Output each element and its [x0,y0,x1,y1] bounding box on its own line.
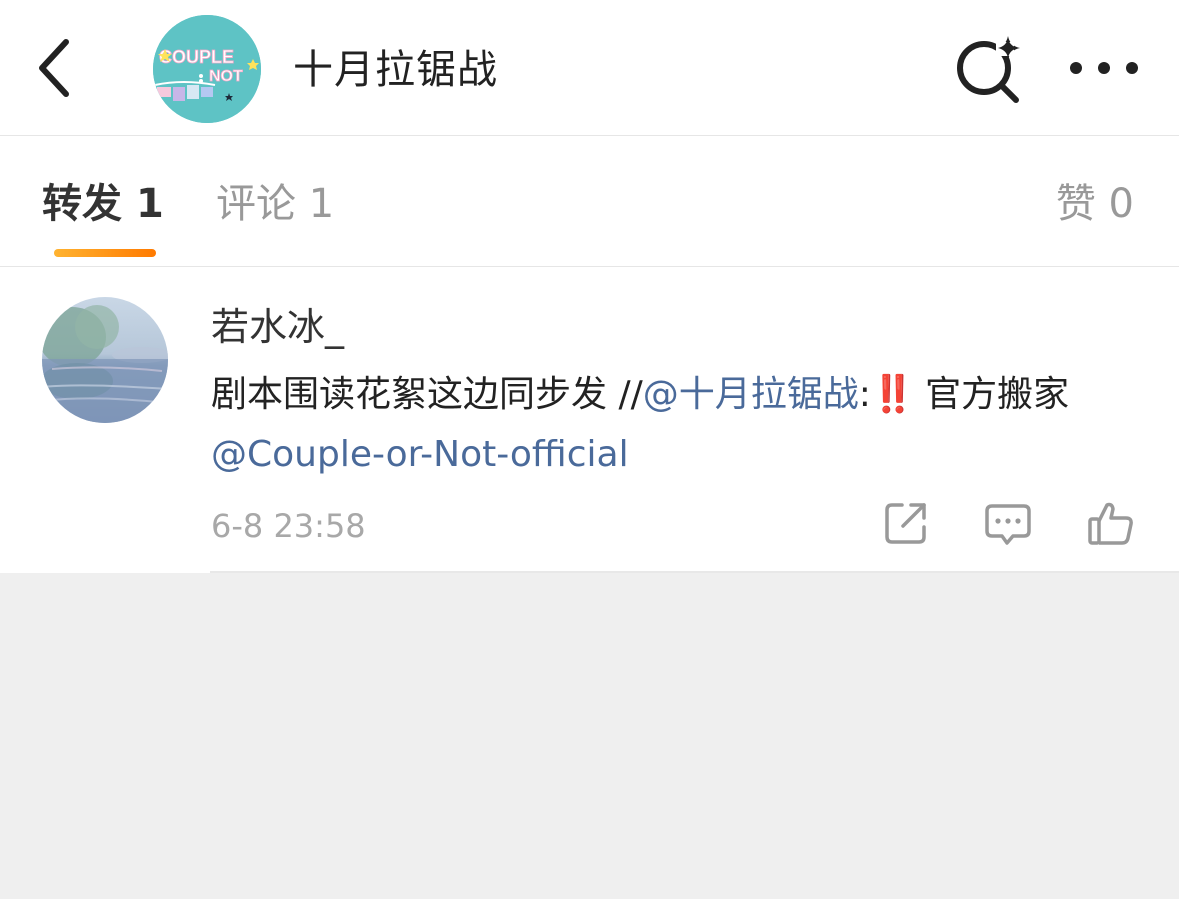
top-nav-bar: COUPLE NOT 十月拉锯战 [0,0,1179,136]
more-options-button[interactable] [1064,48,1144,88]
tab-like-label: 赞 [1055,181,1096,227]
interaction-tabs: 转发 1 评论 1 赞 0 [0,136,1179,267]
back-button[interactable] [24,30,84,106]
comment-button[interactable] [983,499,1035,551]
svg-text:COUPLE: COUPLE [159,47,234,67]
tab-comment-count: 1 [308,181,335,227]
search-button[interactable] [952,32,1026,104]
post-text-before: 剧本围读花絮这边同步发 // [211,374,643,415]
post-timestamp: 6-8 23:58 [211,507,366,545]
tab-like[interactable]: 赞 0 [1056,176,1134,232]
share-button[interactable] [882,499,934,551]
like-button[interactable] [1086,499,1138,551]
tab-comment-label: 评论 [216,181,296,227]
account-avatar[interactable]: COUPLE NOT [153,15,261,123]
post-colon: : [858,374,871,415]
share-icon [885,503,926,544]
repost-item: 若水冰_ 剧本围读花絮这边同步发 //@十月拉锯战:‼️ 官方搬家 @Couple… [0,267,1179,573]
svg-text:NOT: NOT [209,68,243,85]
chevron-left-icon [39,39,69,97]
page-title: 十月拉锯战 [293,47,498,93]
user-avatar-image [42,297,168,423]
account-logo: COUPLE NOT [153,15,261,123]
post-text-after: 官方搬家 [925,374,1070,415]
active-tab-indicator [54,249,156,257]
search-sparkle-icon [957,36,1020,103]
tab-repost-label: 转发 [42,181,122,227]
tab-like-count: 0 [1108,181,1134,227]
mention-link[interactable]: @十月拉锯战 [643,374,859,415]
mention-link-official[interactable]: @Couple-or-Not-official [211,434,629,475]
comment-icon [985,504,1031,545]
tab-comment[interactable]: 评论 1 [216,176,334,232]
post-content: 剧本围读花絮这边同步发 //@十月拉锯战:‼️ 官方搬家 @Couple-or-N… [211,365,1151,485]
more-dots-icon [1070,62,1138,74]
post-username[interactable]: 若水冰_ [211,301,344,353]
thumbs-up-icon [1088,502,1133,545]
post-divider [210,571,1179,573]
double-exclamation-emoji: ‼️ [870,374,916,415]
tab-repost[interactable]: 转发 1 [42,176,164,232]
tab-repost-count: 1 [135,181,164,227]
user-avatar[interactable] [42,297,168,423]
